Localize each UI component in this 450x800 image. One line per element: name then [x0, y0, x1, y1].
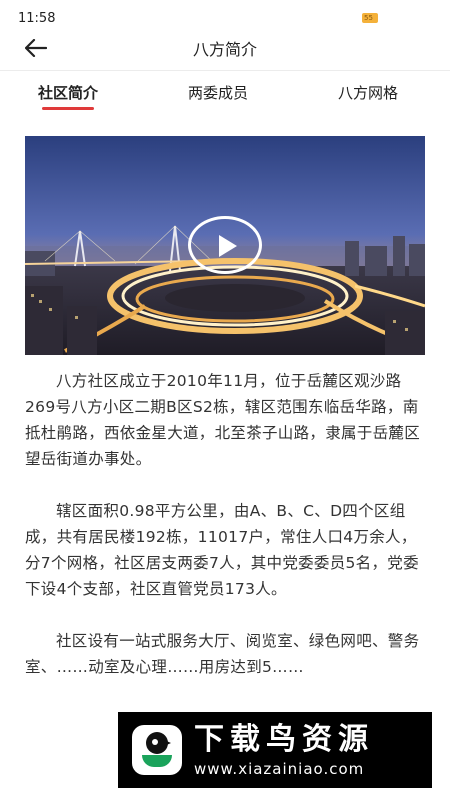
intro-content: 八方社区成立于2010年11月，位于岳麓区观沙路269号八方小区二期B区S2栋，…	[25, 368, 430, 706]
status-time: 11:58	[18, 11, 56, 26]
watermark-name: 下载鸟资源	[194, 722, 374, 757]
tab-committee-members[interactable]: 两委成员	[188, 82, 248, 103]
watermark-banner: 下载鸟资源 www.xiazainiao.com	[118, 712, 432, 788]
intro-paragraph-2: 辖区面积0.98平方公里，由A、B、C、D四个区组成，共有居民楼192栋，110…	[25, 502, 419, 598]
page-title: 八方简介	[192, 40, 257, 59]
active-tab-indicator	[42, 107, 94, 110]
tab-bafang-grid[interactable]: 八方网格	[338, 82, 398, 103]
play-button[interactable]	[188, 216, 262, 274]
watermark-url: www.xiazainiao.com	[194, 760, 365, 778]
header-divider	[0, 70, 450, 71]
nav-bar: 八方简介	[0, 28, 450, 68]
battery-level: 55	[364, 14, 373, 22]
tab-bar: 社区简介 两委成员 八方网格	[0, 76, 450, 116]
intro-video[interactable]	[25, 136, 425, 355]
battery-icon: 55	[362, 13, 378, 23]
play-icon	[219, 235, 237, 257]
bird-logo-icon	[132, 725, 182, 775]
intro-paragraph-1: 八方社区成立于2010年11月，位于岳麓区观沙路269号八方小区二期B区S2栋，…	[25, 372, 421, 468]
tab-community-intro[interactable]: 社区简介	[38, 82, 98, 103]
intro-paragraph-3: 社区设有一站式服务大厅、阅览室、绿色网吧、警务室、……动室及心理……用房达到5……	[25, 632, 420, 676]
